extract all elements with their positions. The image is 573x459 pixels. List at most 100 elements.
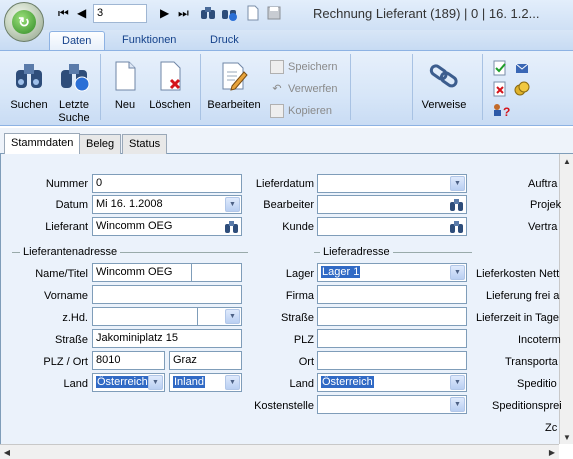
inland-select[interactable]: Inland ▼ xyxy=(169,373,242,392)
chevron-down-icon[interactable]: ▼ xyxy=(450,176,465,191)
la-ort-input[interactable] xyxy=(317,351,467,370)
strasse-input[interactable]: Jakominiplatz 15 xyxy=(92,329,242,348)
scroll-right-icon[interactable]: ▶ xyxy=(545,445,559,459)
name-input[interactable]: Wincomm OEG xyxy=(92,263,192,282)
chevron-down-icon[interactable]: ▼ xyxy=(148,375,163,390)
la-land-label: Land xyxy=(289,378,314,390)
tab-status[interactable]: Status xyxy=(122,134,168,154)
binoculars-icon[interactable] xyxy=(450,220,464,233)
la-land-select[interactable]: Österreich ▼ xyxy=(317,373,467,392)
bearbeiter-input[interactable] xyxy=(317,195,467,214)
tab-stammdaten[interactable]: Stammdaten xyxy=(4,133,81,155)
suchen-button[interactable]: Suchen xyxy=(8,60,50,112)
letzte-suche-button[interactable]: Letzte Suche xyxy=(54,60,94,125)
lieferung-frei-label: Lieferung frei a xyxy=(486,290,560,302)
svg-text:?: ? xyxy=(503,105,510,118)
projekt-label: Projek xyxy=(530,199,562,211)
scroll-down-icon[interactable]: ▼ xyxy=(560,430,573,444)
previous-record-icon[interactable]: ◀ xyxy=(77,6,86,20)
tab-druck[interactable]: Druck xyxy=(198,31,251,51)
letzte-suche-label-2: Suche xyxy=(58,112,90,124)
binoculars-icon[interactable] xyxy=(225,220,239,233)
vorname-input[interactable] xyxy=(92,285,242,304)
app-orb-button[interactable]: ↻ xyxy=(4,2,44,42)
binoculars-icon[interactable] xyxy=(450,198,464,211)
bearbeiten-button[interactable]: Bearbeiten xyxy=(205,60,263,112)
chevron-down-icon[interactable]: ▼ xyxy=(450,265,465,280)
titel-input[interactable] xyxy=(191,263,242,282)
land-select[interactable]: Österreich ▼ xyxy=(92,373,165,392)
tab-beleg[interactable]: Beleg xyxy=(79,134,122,154)
first-record-icon[interactable]: ⏮ xyxy=(58,6,69,21)
firma-input[interactable] xyxy=(317,285,467,304)
nummer-input[interactable]: 0 xyxy=(92,174,242,193)
anrede-select[interactable]: ▼ xyxy=(197,307,242,326)
kostenstelle-select[interactable]: ▼ xyxy=(317,395,467,414)
chevron-down-icon[interactable]: ▼ xyxy=(450,375,465,390)
delete-doc-icon[interactable] xyxy=(492,81,508,97)
lager-select[interactable]: Lager 1 ▼ xyxy=(317,263,467,282)
letzte-suche-label-1: Letzte xyxy=(59,99,89,111)
chevron-down-icon[interactable]: ▼ xyxy=(225,309,240,324)
chevron-down-icon[interactable]: ▼ xyxy=(450,397,465,412)
plz-input[interactable]: 8010 xyxy=(92,351,165,370)
delete-document-icon xyxy=(160,61,181,91)
kunde-label: Kunde xyxy=(282,221,314,233)
loeschen-label: Löschen xyxy=(149,99,191,111)
horizontal-scrollbar[interactable]: ◀ ▶ xyxy=(0,444,559,459)
neu-button[interactable]: Neu xyxy=(108,60,142,112)
ort-input[interactable]: Graz xyxy=(169,351,242,370)
binoculars-icon xyxy=(16,64,42,88)
kopieren-button[interactable]: Kopieren xyxy=(270,104,332,118)
verweise-button[interactable]: Verweise xyxy=(418,60,470,112)
chain-link-icon xyxy=(429,64,458,88)
la-plz-label: PLZ xyxy=(293,334,314,346)
zhd-label: z.Hd. xyxy=(62,312,88,324)
lieferdatum-label: Lieferdatum xyxy=(255,178,314,190)
speditionspreis-label: Speditionsprei xyxy=(492,400,562,412)
lieferant-input[interactable]: Wincomm OEG xyxy=(92,217,242,236)
strasse-label: Straße xyxy=(54,334,88,346)
users-help-icon[interactable]: ? xyxy=(492,102,510,118)
window-title: Rechnung Lieferant (189) | 0 | 16. 1.2..… xyxy=(313,6,540,21)
neu-label: Neu xyxy=(114,99,136,111)
vorname-label: Vorname xyxy=(43,290,88,302)
lieferadresse-title: Lieferadresse xyxy=(320,246,393,258)
binoculars-history-icon xyxy=(61,64,90,92)
scroll-up-icon[interactable]: ▲ xyxy=(560,154,573,168)
spedition-label: Speditio xyxy=(517,378,557,390)
datum-select[interactable]: Mi 16. 1.2008 ▼ xyxy=(92,195,242,214)
new-doc-icon[interactable] xyxy=(245,5,261,21)
firma-label: Firma xyxy=(285,290,314,302)
mail-icon[interactable] xyxy=(514,60,530,76)
la-land-value: Österreich xyxy=(321,376,374,388)
find-icon[interactable] xyxy=(200,5,216,21)
tab-funktionen[interactable]: Funktionen xyxy=(110,31,188,51)
chevron-down-icon[interactable]: ▼ xyxy=(225,197,240,212)
datum-label: Datum xyxy=(55,199,88,211)
zhd-input[interactable] xyxy=(92,307,198,326)
loeschen-button[interactable]: Löschen xyxy=(146,60,194,112)
la-plz-input[interactable] xyxy=(317,329,467,348)
last-search-icon[interactable] xyxy=(221,5,237,21)
save-icon[interactable] xyxy=(266,5,282,21)
transport-label: Transporta xyxy=(505,356,558,368)
kostenstelle-label: Kostenstelle xyxy=(254,400,314,412)
check-doc-icon[interactable] xyxy=(492,60,508,76)
next-record-icon[interactable]: ▶ xyxy=(160,6,169,20)
tab-daten[interactable]: Daten xyxy=(49,31,105,51)
la-strasse-input[interactable] xyxy=(317,307,467,326)
suchen-label: Suchen xyxy=(10,99,48,111)
lieferkosten-label: Lieferkosten Nett xyxy=(476,268,560,280)
auftrag-label: Auftra xyxy=(528,178,558,190)
lieferzeit-label: Lieferzeit in Tage xyxy=(476,312,559,324)
scroll-left-icon[interactable]: ◀ xyxy=(0,445,14,459)
chevron-down-icon[interactable]: ▼ xyxy=(225,375,240,390)
last-record-icon[interactable]: ⏭ xyxy=(178,6,189,21)
record-number-input[interactable]: 3 xyxy=(93,4,147,23)
coins-icon[interactable] xyxy=(514,81,530,97)
speichern-button[interactable]: Speichern xyxy=(270,60,338,74)
lieferdatum-select[interactable]: ▼ xyxy=(317,174,467,193)
verwerfen-button[interactable]: ↶ Verwerfen xyxy=(270,82,337,96)
kunde-input[interactable] xyxy=(317,217,467,236)
